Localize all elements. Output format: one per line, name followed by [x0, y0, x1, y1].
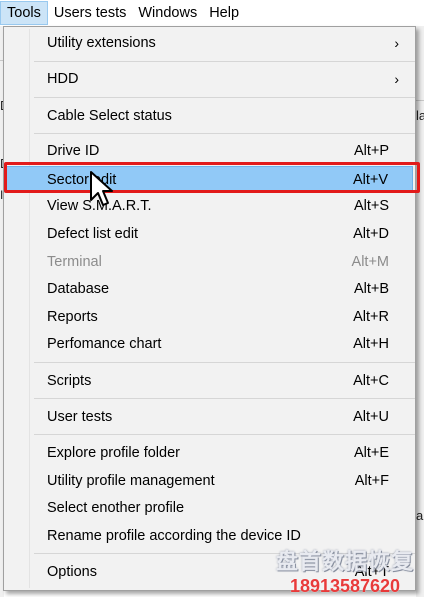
- menu-item-label: Terminal: [47, 254, 102, 270]
- tools-dropdown-menu: Utility extensions › HDD › Cable Select …: [3, 26, 416, 591]
- menu-separator: [34, 133, 415, 134]
- menu-item-label: Drive ID: [47, 143, 100, 159]
- menu-item-hdd[interactable]: HDD ›: [6, 66, 413, 92]
- watermark-title: 盘首数据恢复: [275, 549, 414, 574]
- menu-item-shortcut: Alt+M: [351, 254, 389, 270]
- menu-separator: [34, 434, 415, 435]
- menu-item-shortcut: Alt+D: [353, 226, 389, 242]
- menu-item-shortcut: Alt+P: [353, 143, 389, 159]
- menu-item-label: Rename profile according the device ID: [47, 528, 301, 544]
- menu-item-shortcut: Alt+R: [353, 309, 389, 325]
- menu-item-shortcut: Alt+S: [353, 198, 389, 214]
- menu-item-performance-chart[interactable]: Perfomance chart Alt+H: [6, 331, 413, 357]
- menu-item-database[interactable]: Database Alt+B: [6, 276, 413, 302]
- menu-bar: Tools Users tests Windows Help: [0, 0, 424, 27]
- menu-item-shortcut: Alt+B: [353, 281, 389, 297]
- menu-item-shortcut: Alt+E: [353, 445, 389, 461]
- menu-item-cable-select-status[interactable]: Cable Select status: [6, 103, 413, 129]
- menu-separator: [34, 362, 415, 363]
- submenu-arrow-icon: ›: [394, 35, 399, 51]
- menu-item-label: User tests: [47, 409, 113, 425]
- menu-item-shortcut: Alt+F: [354, 473, 389, 489]
- background-divider: [416, 100, 424, 101]
- mouse-pointer-icon: [90, 171, 113, 206]
- menu-tools[interactable]: Tools: [0, 1, 48, 25]
- menu-item-label: Options: [47, 564, 97, 580]
- menu-item-view-smart[interactable]: View S.M.A.R.T. Alt+S: [6, 193, 413, 219]
- menu-item-defect-list-edit[interactable]: Defect list edit Alt+D: [6, 221, 413, 247]
- menu-item-label: Reports: [47, 309, 98, 325]
- menu-item-terminal: Terminal Alt+M: [6, 249, 413, 275]
- menu-item-utility-extensions[interactable]: Utility extensions ›: [6, 30, 413, 56]
- annotation-highlight-box: [4, 162, 420, 193]
- menu-item-label: Utility extensions: [47, 35, 156, 51]
- menu-separator: [34, 61, 415, 62]
- submenu-arrow-icon: ›: [394, 71, 399, 87]
- menu-item-label: HDD: [47, 71, 79, 87]
- menu-item-user-tests[interactable]: User tests Alt+U: [6, 404, 413, 430]
- menu-separator: [34, 97, 415, 98]
- menu-item-label: Database: [47, 281, 110, 297]
- menu-help[interactable]: Help: [203, 1, 245, 25]
- menu-item-label: Perfomance chart: [47, 336, 162, 352]
- menu-windows[interactable]: Windows: [132, 1, 203, 25]
- menu-item-utility-profile-management[interactable]: Utility profile management Alt+F: [6, 468, 413, 494]
- menu-item-explore-profile-folder[interactable]: Explore profile folder Alt+E: [6, 440, 413, 466]
- menu-item-shortcut: Alt+C: [353, 373, 389, 389]
- menu-item-label: Cable Select status: [47, 108, 172, 124]
- menu-item-label: Scripts: [47, 373, 92, 389]
- menu-item-shortcut: Alt+U: [353, 409, 389, 425]
- background-text: la: [416, 108, 424, 123]
- menu-users-tests[interactable]: Users tests: [48, 1, 133, 25]
- menu-item-label: Defect list edit: [47, 226, 139, 242]
- menu-item-label: Utility profile management: [47, 473, 215, 489]
- menu-separator: [34, 398, 415, 399]
- background-text: a: [416, 508, 424, 523]
- watermark: 盘首数据恢复 18913587620: [270, 544, 420, 597]
- menu-item-select-another-profile[interactable]: Select enother profile: [6, 495, 413, 521]
- watermark-phone: 18913587620: [289, 576, 401, 596]
- menu-item-reports[interactable]: Reports Alt+R: [6, 304, 413, 330]
- menu-item-label: Select enother profile: [47, 500, 185, 516]
- menu-item-shortcut: Alt+H: [353, 336, 389, 352]
- menu-item-label: Explore profile folder: [47, 445, 180, 461]
- menu-item-drive-id[interactable]: Drive ID Alt+P: [6, 138, 413, 164]
- menu-item-scripts[interactable]: Scripts Alt+C: [6, 368, 413, 394]
